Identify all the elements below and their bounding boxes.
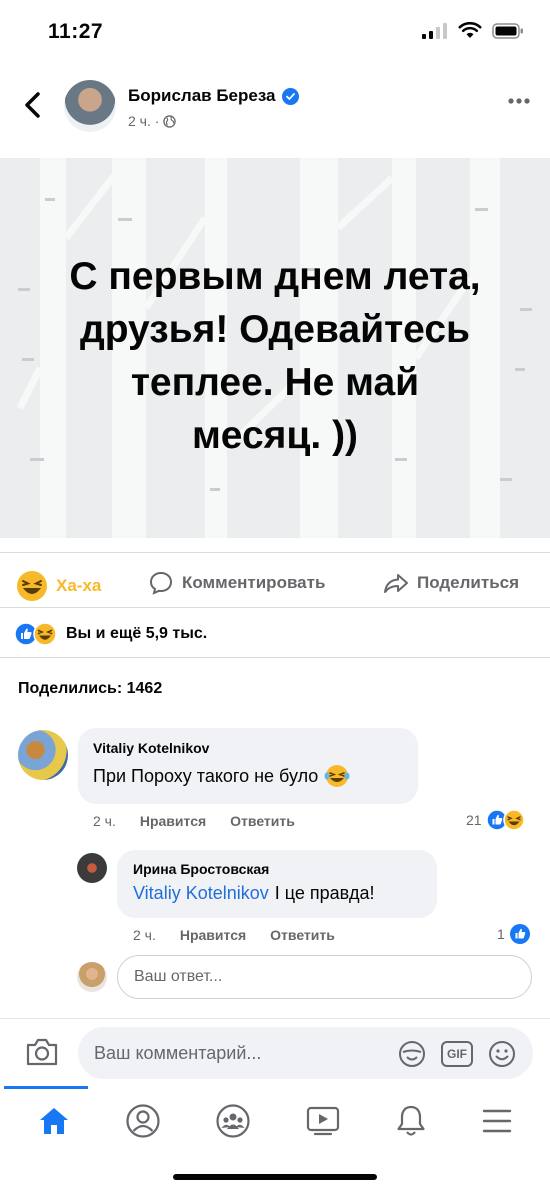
wifi-icon — [458, 22, 482, 38]
haha-reaction-icon — [33, 622, 57, 646]
comment-meta: 2 ч. Нравится Ответить — [93, 813, 295, 829]
author-name-text[interactable]: Борислав Береза — [128, 86, 276, 106]
share-button[interactable]: Поделиться — [383, 570, 519, 596]
reply-author-avatar[interactable] — [77, 853, 107, 883]
verified-icon — [281, 87, 299, 105]
reaction-summary[interactable]: Вы и ещё 5,9 тыс. — [14, 622, 207, 646]
reply-bubble[interactable]: Ирина Бростовская Vitaliy Kotelnikov І ц… — [117, 850, 437, 918]
comment-input[interactable]: Ваш комментарий... GIF — [78, 1027, 533, 1079]
profile-icon[interactable] — [125, 1103, 161, 1139]
share-label[interactable]: Поделиться — [417, 573, 519, 593]
haha-label[interactable]: Ха-ха — [56, 576, 101, 596]
camera-icon[interactable] — [24, 1036, 60, 1068]
notifications-icon[interactable] — [395, 1103, 427, 1139]
like-reaction-icon — [509, 924, 530, 944]
laughing-emoji-icon — [324, 765, 350, 787]
post-time-text: 2 ч. · — [128, 113, 160, 129]
current-user-avatar — [77, 962, 107, 992]
reply-meta: 2 ч. Нравится Ответить — [133, 927, 335, 943]
emoji-icon[interactable] — [487, 1039, 517, 1069]
divider — [0, 552, 550, 553]
reaction-summary-text[interactable]: Вы и ещё 5,9 тыс. — [66, 625, 207, 643]
sticker-icon[interactable] — [397, 1039, 427, 1069]
comment-bubble[interactable]: Vitaliy Kotelnikov При Пороху такого не … — [78, 728, 418, 804]
gif-icon[interactable]: GIF — [441, 1041, 473, 1067]
commenter-avatar[interactable] — [18, 730, 68, 780]
status-icons — [422, 22, 524, 39]
reply-reply-button[interactable]: Ответить — [270, 927, 335, 943]
haha-emoji-icon — [17, 571, 47, 601]
signal-icon — [422, 22, 447, 39]
like-reply-button[interactable]: Нравится — [180, 927, 246, 943]
divider — [0, 657, 550, 658]
home-icon[interactable] — [37, 1105, 71, 1137]
composer-icons: GIF — [397, 1039, 517, 1069]
comment-label[interactable]: Комментировать — [182, 573, 325, 593]
post-line-3: теплее. Не май — [130, 361, 420, 404]
post-time: 2 ч. · — [128, 113, 177, 129]
globe-icon — [163, 114, 177, 128]
reply-input[interactable]: Ваш ответ... — [117, 955, 532, 999]
like-reaction-icon — [485, 809, 525, 831]
comment-input-placeholder[interactable]: Ваш комментарий... — [94, 1043, 261, 1064]
post-image[interactable]: С первым днем лета, друзья! Одевайтесь т… — [0, 158, 550, 538]
more-options-icon[interactable] — [508, 98, 530, 104]
author-avatar[interactable] — [64, 80, 116, 132]
share-icon — [384, 574, 408, 593]
post-line-2: друзья! Одевайтесь — [79, 308, 471, 351]
home-indicator — [173, 1174, 377, 1180]
comment-icon — [149, 571, 173, 595]
post-text: С первым днем лета, друзья! Одевайтесь т… — [0, 250, 550, 462]
watch-icon[interactable] — [305, 1104, 341, 1138]
comment-reaction-count[interactable]: 21 — [466, 809, 526, 831]
reply-time: 2 ч. — [133, 927, 156, 943]
comment-time: 2 ч. — [93, 813, 116, 829]
author-name[interactable]: Борислав Береза — [128, 86, 299, 106]
reply-comment-button[interactable]: Ответить — [230, 813, 295, 829]
haha-button[interactable]: Ха-ха — [16, 570, 101, 602]
shares-count[interactable]: Поделились: 1462 — [18, 680, 162, 698]
groups-icon[interactable] — [215, 1103, 251, 1139]
active-tab-indicator — [4, 1086, 88, 1089]
reply-reaction-count-text[interactable]: 1 — [497, 926, 505, 942]
reaction-count-text[interactable]: 21 — [466, 812, 482, 828]
divider — [0, 607, 550, 608]
post-line-4: месяц. )) — [191, 414, 359, 457]
mention-link[interactable]: Vitaliy Kotelnikov — [133, 883, 269, 904]
menu-icon[interactable] — [481, 1107, 513, 1135]
post-line-1: С первым днем лета, — [69, 255, 481, 298]
comment-button[interactable]: Комментировать — [148, 570, 325, 596]
reply-reaction-count[interactable]: 1 — [497, 923, 531, 945]
like-comment-button[interactable]: Нравится — [140, 813, 206, 829]
back-icon[interactable] — [18, 88, 48, 122]
status-time: 11:27 — [48, 20, 104, 43]
reply-author[interactable]: Ирина Бростовская — [133, 861, 421, 877]
comment-text: При Пороху такого не було — [93, 764, 403, 788]
reply-text: Vitaliy Kotelnikov І це правда! — [133, 883, 421, 904]
tab-bar — [0, 1096, 550, 1146]
comment-text-content: При Пороху такого не було — [93, 765, 319, 786]
reaction-icons — [14, 622, 58, 646]
reply-text-content: І це правда! — [274, 883, 375, 903]
comment-author[interactable]: Vitaliy Kotelnikov — [93, 740, 403, 756]
battery-icon — [492, 22, 523, 39]
